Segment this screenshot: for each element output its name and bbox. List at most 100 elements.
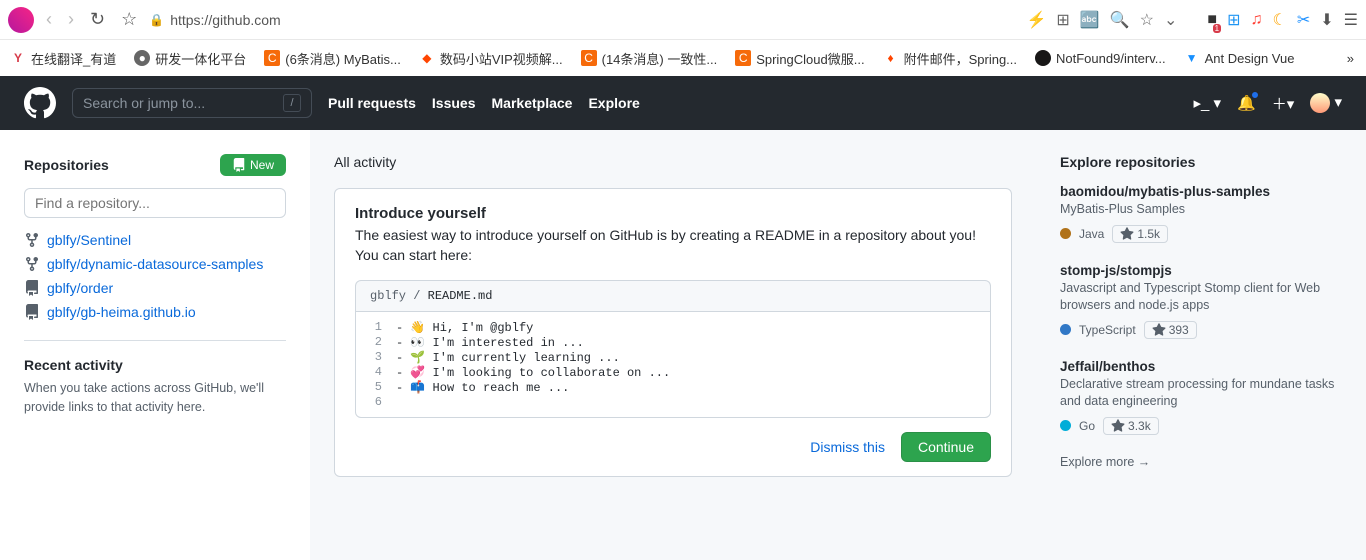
lang-dot-icon [1060,324,1071,335]
nav-link[interactable]: Marketplace [492,95,573,111]
intro-text: The easiest way to introduce yourself on… [355,225,991,266]
explore-repo-desc: Javascript and Typescript Stomp client f… [1060,280,1342,315]
extension-icon[interactable]: ⊞ [1227,10,1240,30]
browser-toolbar: ‹ › ↻ ☆ 🔒 https://github.com ⚡ ⊞ 🔤 🔍 ☆ ⌄ ■1 ⊞ ♫ ☾… [0,0,1366,40]
toolbar-icon[interactable]: ☆ [1140,10,1154,30]
all-activity-title: All activity [334,154,1012,170]
repo-item: gblfy/gb-heima.github.io [24,304,286,320]
repo-icon [232,158,246,172]
readme-path: gblfy / README.md [355,280,991,311]
extension-icon[interactable]: ☾ [1273,10,1287,30]
favicon-icon: ● [134,50,150,66]
profile-avatar-icon[interactable] [8,7,34,33]
favicon-icon [1035,50,1051,66]
explore-repo-desc: Declarative stream processing for mundan… [1060,376,1342,411]
bookmark-item[interactable]: Y在线翻译_有道 [10,49,116,68]
github-logo-icon[interactable] [24,87,56,119]
recent-activity-title: Recent activity [24,357,286,373]
introduce-yourself-box: Introduce yourself The easiest way to in… [334,188,1012,477]
toolbar-icon[interactable]: ⊞ [1056,10,1069,30]
bookmark-item[interactable]: ●研发一体化平台 [134,49,246,68]
command-palette-icon[interactable]: ▸_ ▾ [1194,94,1222,112]
lang-label: Java [1079,227,1104,241]
github-header: Search or jump to... / Pull requests Issu… [0,76,1366,130]
lang-label: Go [1079,419,1095,433]
explore-repo-item: Jeffail/benthos Declarative stream proce… [1060,359,1342,435]
bookmarks-overflow-icon[interactable]: » [1347,51,1354,66]
favicon-icon: ◆ [419,50,435,66]
repo-link[interactable]: gblfy/gb-heima.github.io [47,304,196,320]
create-new-icon[interactable]: ＋▾ [1272,93,1295,114]
explore-repo-name[interactable]: Jeffail/benthos [1060,359,1342,374]
toolbar-icon[interactable]: 🔍 [1110,10,1130,30]
bookmark-item[interactable]: ♦附件邮件，Spring... [883,49,1017,68]
reload-icon[interactable]: ↻ [86,9,109,30]
repo-item: gblfy/dynamic-datasource-samples [24,256,286,272]
extension-icon[interactable]: ■1 [1207,11,1217,29]
left-sidebar: Repositories New gblfy/Sentinel gblfy/dyn… [0,130,310,560]
repo-link[interactable]: gblfy/Sentinel [47,232,131,248]
new-repo-button[interactable]: New [220,154,286,176]
bookmark-item[interactable]: NotFound9/interv... [1035,49,1166,68]
address-bar[interactable]: 🔒 https://github.com [149,12,280,28]
bookmark-item[interactable]: ▼Ant Design Vue [1184,49,1295,68]
bookmark-item[interactable]: ◆数码小站VIP视频解... [419,49,563,68]
bookmarks-bar: Y在线翻译_有道 ●研发一体化平台 C(6条消息) MyBatis... ◆数码小站V… [0,40,1366,76]
nav-link[interactable]: Issues [432,95,476,111]
extension-icon[interactable]: ⬇ [1320,10,1333,30]
favorite-icon[interactable]: ☆ [117,9,141,30]
repositories-title: Repositories [24,157,109,173]
bookmark-item[interactable]: CSpringCloud微服... [735,49,864,68]
favicon-icon: C [264,50,280,66]
star-button[interactable]: 1.5k [1112,225,1168,243]
extension-icon[interactable]: ☰ [1344,10,1358,30]
favicon-icon: ♦ [883,50,899,66]
dismiss-link[interactable]: Dismiss this [810,439,885,455]
favicon-icon: C [735,50,751,66]
bookmark-item[interactable]: C(14条消息) 一致性... [581,49,718,68]
explore-title: Explore repositories [1060,154,1342,170]
find-repository-input[interactable] [24,188,286,218]
lang-dot-icon [1060,228,1071,239]
nav-link[interactable]: Explore [588,95,639,111]
explore-repo-item: stomp-js/stompjs Javascript and Typescri… [1060,263,1342,339]
bookmark-item[interactable]: C(6条消息) MyBatis... [264,49,401,68]
continue-button[interactable]: Continue [901,432,991,462]
explore-repo-desc: MyBatis-Plus Samples [1060,201,1342,219]
explore-repo-item: baomidou/mybatis-plus-samples MyBatis-Pl… [1060,184,1342,243]
back-icon: ‹ [42,9,56,30]
star-button[interactable]: 3.3k [1103,417,1159,435]
toolbar-icon[interactable]: ⌄ [1164,10,1177,30]
favicon-icon: ▼ [1184,50,1200,66]
explore-repo-name[interactable]: stomp-js/stompjs [1060,263,1342,278]
extension-icon[interactable]: ✂ [1297,10,1310,30]
lang-dot-icon [1060,420,1071,431]
notifications-icon[interactable]: 🔔 [1237,94,1256,112]
repo-item: gblfy/Sentinel [24,232,286,248]
repo-item: gblfy/order [24,280,286,296]
favicon-icon: Y [10,50,26,66]
favicon-icon: C [581,50,597,66]
extension-icon[interactable]: ♫ [1251,11,1263,29]
main-content: All activity Introduce yourself The easi… [310,130,1036,560]
intro-title: Introduce yourself [355,205,991,222]
explore-more-link[interactable]: Explore more → [1060,455,1342,469]
lang-label: TypeScript [1079,323,1136,337]
url-text: https://github.com [170,12,281,28]
nav-link[interactable]: Pull requests [328,95,416,111]
star-button[interactable]: 393 [1144,321,1197,339]
explore-repo-name[interactable]: baomidou/mybatis-plus-samples [1060,184,1342,199]
lock-icon: 🔒 [149,13,164,27]
forward-icon: › [64,9,78,30]
user-menu[interactable]: ▾ [1310,93,1342,113]
search-input[interactable]: Search or jump to... / [72,88,312,118]
repo-link[interactable]: gblfy/dynamic-datasource-samples [47,256,263,272]
readme-editor[interactable]: 1- 👋 Hi, I'm @gblfy2- 👀 I'm interested i… [355,311,991,418]
right-sidebar: Explore repositories baomidou/mybatis-pl… [1036,130,1366,560]
repo-link[interactable]: gblfy/order [47,280,113,296]
recent-activity-text: When you take actions across GitHub, we'… [24,379,286,417]
search-placeholder: Search or jump to... [83,95,205,111]
toolbar-icon[interactable]: ⚡ [1027,10,1047,30]
slash-key-icon: / [283,94,301,112]
toolbar-icon[interactable]: 🔤 [1080,10,1100,30]
